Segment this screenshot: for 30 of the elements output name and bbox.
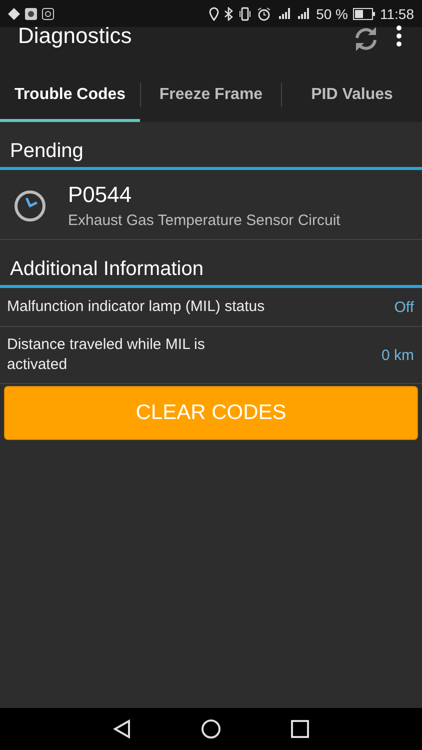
battery-percent: 50 % xyxy=(316,6,348,22)
info-value: Off xyxy=(394,298,414,316)
section-header: Pending xyxy=(0,140,422,170)
section-header: Additional Information xyxy=(0,258,422,288)
bluetooth-icon xyxy=(224,6,234,20)
app-title: Diagnostics xyxy=(18,23,133,49)
info-label: Distance traveled while MIL is activated xyxy=(7,335,206,375)
tab[interactable]: Trouble Codes xyxy=(0,71,140,122)
alarm-icon xyxy=(257,6,272,20)
more-options-button[interactable] xyxy=(396,25,402,47)
signal-icon xyxy=(297,7,312,20)
signal-icon xyxy=(276,7,292,20)
recents-icon[interactable] xyxy=(291,720,309,738)
clock-icon xyxy=(14,190,46,222)
info-value: 0 km xyxy=(381,346,414,364)
app-icon xyxy=(25,8,37,20)
navigation-icon xyxy=(8,8,20,20)
home-icon[interactable] xyxy=(201,719,221,739)
clock-time: 11:58 xyxy=(380,6,414,22)
trouble-code-item[interactable]: P0544 Exhaust Gas Temperature Sensor Circuit xyxy=(0,170,422,240)
trouble-code: P0544 xyxy=(68,182,133,208)
app-icon xyxy=(42,8,54,20)
info-label: Malfunction indicator lamp (MIL) status xyxy=(7,297,265,317)
vibrate-icon xyxy=(238,6,252,20)
tab[interactable]: Freeze Frame xyxy=(141,71,281,122)
location-icon xyxy=(209,6,220,20)
tab[interactable]: PID Values xyxy=(282,71,422,122)
code-description: Exhaust Gas Temperature Sensor Circuit xyxy=(68,212,340,229)
battery-icon xyxy=(353,8,375,20)
back-icon[interactable] xyxy=(113,719,131,739)
